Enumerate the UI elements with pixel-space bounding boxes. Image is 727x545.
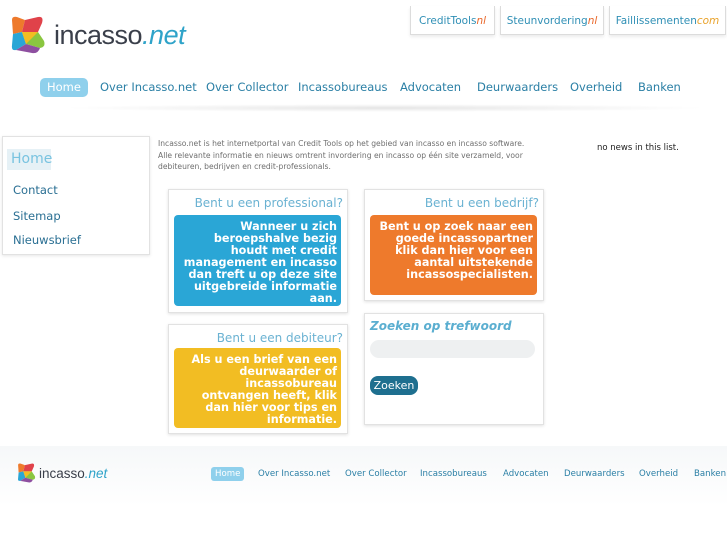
card-professional: Bent u een professional? Wanneer u zich … [168, 189, 348, 313]
search-button[interactable]: Zoeken [370, 376, 418, 395]
top-tab-suffix: nl [587, 15, 598, 27]
search-title: Zoeken op trefwoord [370, 319, 512, 333]
card-debiteur: Bent u een debiteur? Als u een brief van… [168, 324, 348, 434]
bedrijf-info-box[interactable]: Bent u op zoek naar een goede incassopar… [370, 215, 537, 295]
nav-divider [60, 104, 710, 112]
footer-nav-advocaten[interactable]: Advocaten [499, 467, 553, 481]
top-tab-credittools[interactable]: CreditToolsnl [410, 6, 495, 35]
nav-over-incasso[interactable]: Over Incasso.net [93, 78, 204, 97]
footer-logo-name: incasso [39, 466, 85, 481]
card-title: Bent u een debiteur? [216, 331, 343, 345]
footer-nav-incassobureaus[interactable]: Incassobureaus [416, 467, 491, 481]
professional-info-box[interactable]: Wanneer u zich beroepshalve bezig houdt … [174, 215, 341, 306]
intro-line: debiteuren, bedrijven en credit-professi… [158, 162, 331, 171]
top-tab-label: CreditTools [418, 15, 477, 27]
footer-nav-over-collector[interactable]: Over Collector [341, 467, 411, 481]
card-bedrijf: Bent u een bedrijf? Bent u op zoek naar … [364, 189, 544, 301]
nav-advocaten[interactable]: Advocaten [393, 78, 468, 97]
intro-line: Incasso.net is het internetportal van Cr… [158, 139, 525, 148]
top-tab-suffix: nl [476, 15, 487, 27]
search-input[interactable] [370, 340, 535, 358]
top-tab-label: Steunvordering [506, 15, 588, 27]
nav-overheid[interactable]: Overheid [563, 78, 629, 97]
sidebar: Home Contact Sitemap Nieuwsbrief [2, 136, 150, 255]
logo-tld: .net [142, 20, 186, 50]
top-tab-suffix: com [696, 15, 720, 27]
card-title: Bent u een bedrijf? [424, 196, 539, 210]
nav-banken[interactable]: Banken [631, 78, 688, 97]
nav-home[interactable]: Home [40, 78, 88, 97]
footer-logo-tld: .net [84, 466, 108, 481]
debiteur-info-box[interactable]: Als u een brief van een deurwaarder of i… [174, 348, 341, 428]
card-title: Bent u een professional? [194, 196, 343, 210]
sidebar-item-home[interactable]: Home [7, 149, 52, 170]
main-nav: Home Over Incasso.net Over Collector Inc… [0, 78, 727, 98]
sidebar-item-nieuwsbrief[interactable]: Nieuwsbrief [13, 233, 81, 247]
footer-logo[interactable]: incasso.net [16, 462, 111, 486]
top-tab-steunvordering[interactable]: Steunvorderingnl [500, 6, 604, 35]
nav-over-collector[interactable]: Over Collector [199, 78, 295, 97]
logo-name: incasso [54, 20, 143, 50]
intro-line: Alle relevante informatie en nieuws omtr… [158, 150, 523, 160]
footer-nav-home[interactable]: Home [211, 467, 245, 481]
top-tab-faillissementen[interactable]: Faillissementencom [609, 6, 726, 35]
nav-deurwaarders[interactable]: Deurwaarders [470, 78, 565, 97]
footer-nav-overheid[interactable]: Overheid [635, 467, 682, 481]
top-tab-label: Faillissementen [615, 15, 697, 27]
footer-nav-over-incasso[interactable]: Over Incasso.net [254, 467, 334, 481]
intro-text: Incasso.net is het internetportal van Cr… [158, 138, 538, 173]
logo-mark-icon [18, 463, 36, 483]
sidebar-item-sitemap[interactable]: Sitemap [13, 209, 61, 223]
site-logo[interactable]: incasso.net [8, 12, 186, 56]
news-empty-message: no news in this list. [597, 143, 679, 153]
nav-incassobureaus[interactable]: Incassobureaus [291, 78, 395, 97]
footer-nav-banken[interactable]: Banken [690, 467, 727, 481]
footer-nav-deurwaarders[interactable]: Deurwaarders [560, 467, 629, 481]
logo-mark-icon [11, 16, 45, 54]
sidebar-item-contact[interactable]: Contact [13, 183, 58, 197]
card-search: Zoeken op trefwoord Zoeken [364, 313, 544, 425]
